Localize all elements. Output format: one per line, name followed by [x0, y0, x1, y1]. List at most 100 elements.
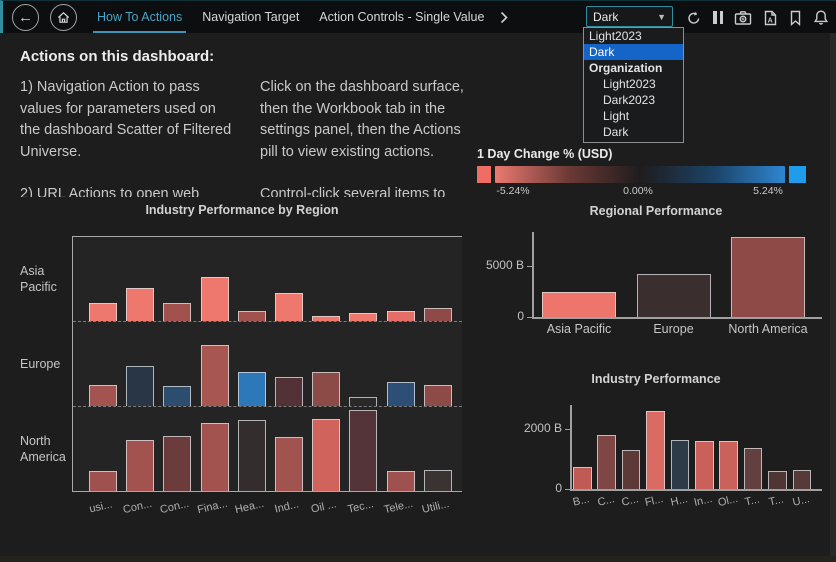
bar-europe[interactable]	[637, 274, 711, 318]
bar[interactable]	[126, 366, 154, 406]
bar-t-[interactable]	[768, 471, 787, 489]
bookmark-button[interactable]	[789, 10, 802, 26]
bar[interactable]	[424, 470, 452, 491]
refresh-button[interactable]	[686, 10, 702, 26]
bar-asia-pacific[interactable]	[542, 292, 616, 317]
x-axis-label: Con...	[122, 498, 153, 516]
bar-b-[interactable]	[573, 467, 592, 489]
x-axis-label: H...	[669, 493, 688, 509]
bar[interactable]	[89, 471, 117, 491]
bar[interactable]	[349, 397, 377, 406]
y-axis-line	[532, 232, 534, 317]
screenshot-button[interactable]	[734, 10, 752, 26]
menu-item-light2023[interactable]: Light2023	[584, 76, 683, 92]
bar[interactable]	[312, 419, 340, 491]
y-tick-label: 2000 B	[502, 421, 562, 435]
bar[interactable]	[275, 437, 303, 491]
menu-item-light2023[interactable]: Light2023	[584, 28, 683, 44]
menu-item-organization: Organization	[584, 60, 683, 76]
tab-navigation-target[interactable]: Navigation Target	[192, 1, 309, 33]
chart-industry-performance: Industry Performance 02000 BB...C...C...…	[480, 365, 832, 529]
bar[interactable]	[349, 313, 377, 321]
bar[interactable]	[238, 372, 266, 406]
instruction-paragraph: Click on the dashboard surface, then the…	[260, 77, 472, 163]
x-axis-label: Hea...	[234, 498, 265, 516]
bar-fl-[interactable]	[646, 411, 665, 489]
refresh-icon	[686, 10, 702, 26]
bar[interactable]	[201, 277, 229, 321]
bar[interactable]	[126, 288, 154, 321]
pause-icon	[713, 11, 723, 24]
theme-dropdown-menu: Light2023DarkOrganizationLight2023Dark20…	[583, 27, 684, 143]
x-axis-label: Europe	[653, 322, 693, 336]
export-pdf-button[interactable]: A	[763, 10, 778, 26]
bar-c-[interactable]	[622, 450, 641, 489]
bar-north-america[interactable]	[731, 237, 805, 317]
bar[interactable]	[349, 410, 377, 491]
menu-item-dark2023[interactable]: Dark2023	[584, 92, 683, 108]
menu-item-dark[interactable]: Dark	[584, 124, 683, 140]
x-axis-label: U...	[791, 493, 810, 509]
x-axis-label: Ol...	[716, 493, 738, 509]
bar[interactable]	[275, 377, 303, 406]
bar[interactable]	[387, 471, 415, 491]
x-axis-label: C...	[621, 493, 640, 509]
bar-in-[interactable]	[695, 441, 714, 489]
bar[interactable]	[238, 420, 266, 491]
bar-ol-[interactable]	[719, 441, 738, 489]
x-axis-label: Ind...	[274, 498, 301, 515]
x-axis-line	[532, 317, 822, 319]
bar[interactable]	[424, 308, 452, 321]
export-pdf-icon: A	[763, 10, 778, 26]
bar-h-[interactable]	[671, 440, 690, 490]
top-toolbar: ← How To ActionsNavigation TargetAction …	[0, 0, 836, 33]
x-axis-label: Con...	[159, 498, 190, 516]
x-axis-label: Tec...	[347, 498, 375, 516]
bar[interactable]	[238, 311, 266, 321]
theme-dropdown[interactable]: Dark ▼	[586, 6, 673, 27]
y-tick-mark	[565, 429, 570, 430]
bar[interactable]	[312, 372, 340, 406]
bar[interactable]	[89, 303, 117, 321]
bar[interactable]	[163, 436, 191, 491]
row-label: North America	[20, 406, 70, 491]
home-button[interactable]	[50, 4, 77, 31]
pause-button[interactable]	[713, 11, 723, 24]
y-tick-label: 0	[502, 481, 562, 495]
menu-item-dark[interactable]: Dark	[584, 44, 683, 60]
tab-how-to-actions[interactable]: How To Actions	[87, 1, 192, 33]
svg-text:A: A	[768, 17, 773, 24]
bar[interactable]	[312, 316, 340, 321]
instruction-paragraph: 1) Navigation Action to pass values for …	[20, 77, 232, 163]
bar-c-[interactable]	[597, 435, 616, 489]
bar-u-[interactable]	[793, 470, 812, 489]
trellis-row-labels: Asia PacificEuropeNorth America	[20, 236, 70, 491]
trellis-x-axis-labels: usi...Con...Con...Fina...Hea...Ind...Oil…	[72, 495, 462, 521]
bar[interactable]	[163, 303, 191, 321]
chart-title: Industry Performance	[480, 372, 832, 386]
tab-action-controls-single-value[interactable]: Action Controls - Single Value	[309, 1, 494, 33]
x-axis-label: Asia Pacific	[547, 322, 612, 336]
bell-icon	[813, 9, 829, 26]
bar[interactable]	[126, 440, 154, 491]
right-scrollbar[interactable]	[830, 33, 836, 556]
bar[interactable]	[387, 311, 415, 321]
back-icon: ←	[18, 10, 33, 25]
bar-t-[interactable]	[744, 448, 763, 489]
instruction-paragraph: Control-click several items to include m…	[260, 184, 472, 197]
trellis-row-asia-pacific	[73, 237, 462, 322]
notifications-button[interactable]	[813, 9, 829, 26]
bar[interactable]	[201, 345, 229, 406]
bar[interactable]	[89, 385, 117, 406]
bar[interactable]	[275, 293, 303, 321]
bar[interactable]	[387, 382, 415, 406]
bar[interactable]	[201, 423, 229, 491]
bar[interactable]	[424, 385, 452, 406]
bar[interactable]	[163, 386, 191, 406]
more-tabs-button[interactable]	[500, 11, 508, 24]
color-legend: 1 Day Change % (USD) -5.24% 0.00% 5.24%	[477, 147, 825, 195]
x-axis-label: T...	[768, 494, 785, 509]
back-button[interactable]: ←	[12, 4, 39, 31]
menu-item-light[interactable]: Light	[584, 108, 683, 124]
chart-regional-performance: Regional Performance 05000 BAsia Pacific…	[480, 198, 832, 350]
